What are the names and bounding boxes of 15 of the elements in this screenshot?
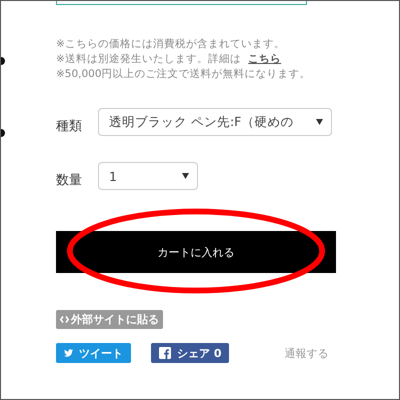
add-to-cart-button[interactable]: カートに入れる xyxy=(56,231,336,273)
note-text: ※こちらの価格には消費税が含まれています。 xyxy=(56,38,285,50)
caret-icon xyxy=(316,119,323,125)
caret-icon xyxy=(182,173,189,179)
note-text: ※50,000円以上のご注文で送料が無料になります。 xyxy=(56,68,311,80)
code-icon xyxy=(60,316,69,323)
share-button[interactable]: シェア 0 xyxy=(151,343,230,363)
facebook-icon xyxy=(159,347,171,359)
bird-icon xyxy=(64,348,73,358)
select-field[interactable]: 透明ブラック ペン先:F（硬めの xyxy=(98,108,332,136)
note-text: ※送料は別途発生いたします。詳細は xyxy=(56,53,241,65)
details-link[interactable]: こちら xyxy=(248,53,282,65)
option-label: 数量 xyxy=(56,172,83,189)
select-field[interactable]: 1 xyxy=(98,162,198,190)
option-label: 種類 xyxy=(56,118,83,135)
